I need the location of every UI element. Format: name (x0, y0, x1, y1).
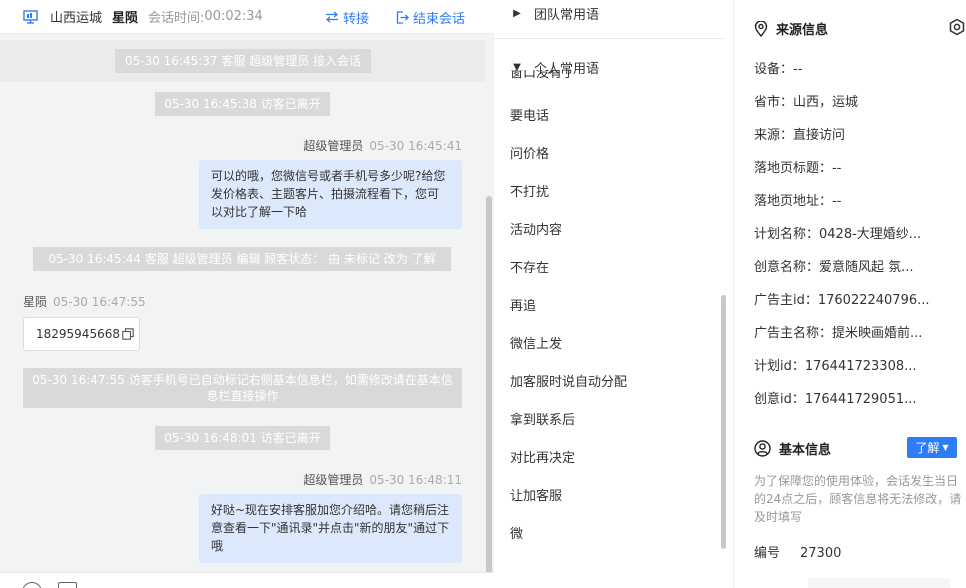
visitor-message-text: 18295945668 (36, 327, 120, 341)
info-input-field[interactable] (808, 578, 950, 588)
system-message: 05-30 16:45:38 访客已离开 (155, 92, 330, 116)
sender-name: 超级管理员 (303, 139, 364, 153)
team-phrases-label: 团队常用语 (534, 8, 600, 23)
agent-message-bubble: 好哒~现在安排客服加您介绍哈。请您稍后注意查看一下"通讯录"并点击"新的朋友"通… (199, 494, 462, 563)
caret-down-icon: ▼ (942, 443, 949, 452)
session-time: 00:02:34 (204, 9, 263, 24)
chat-toolbar (0, 572, 494, 588)
info-creative-id: 创意id：176441729051... (754, 392, 917, 407)
customer-id-value: 27300 (800, 546, 842, 561)
visitor-name: 星陨 (112, 11, 139, 26)
visitor-message-bubble: 18295945668 (23, 317, 140, 351)
phrase-item[interactable]: 对比再决定 (510, 447, 575, 466)
monitor-icon (23, 9, 38, 24)
info-landing-url: 落地页地址：-- (754, 194, 842, 209)
caret-right-icon: ▶ (513, 8, 521, 19)
system-message: 05-30 16:47:55 访客手机号已自动标记右侧基本信息栏，如需修改请在基… (23, 368, 462, 408)
chat-workspace: 山西运城 星陨 会话时间: 00:02:34 转接 结束会话 05-30 16:… (0, 0, 966, 588)
info-plan-name: 计划名称：0428-大理婚纱... (754, 227, 922, 242)
chat-header: 山西运城 星陨 会话时间: 00:02:34 转接 结束会话 (0, 0, 494, 34)
info-plan-id: 计划id：176441723308... (754, 359, 917, 374)
customer-status-dropdown[interactable]: 了解 ▼ (907, 437, 957, 458)
phrase-item[interactable]: 拿到联系后 (510, 409, 575, 428)
customer-id-row: 编号 27300 (754, 542, 841, 561)
message-sender: 超级管理员 05-30 16:48:11 (303, 471, 462, 488)
message-time: 05-30 16:45:41 (369, 139, 462, 153)
phrase-item[interactable]: 活动内容 (510, 219, 562, 238)
team-phrases-group[interactable]: ▶ 团队常用语 (510, 4, 599, 23)
info-region: 省市：山西，运城 (754, 95, 859, 110)
sender-name: 星陨 (23, 295, 48, 309)
image-icon[interactable] (58, 582, 77, 588)
message-sender: 星陨 05-30 16:47:55 (23, 293, 146, 310)
divider (494, 38, 726, 39)
visitor-info-panel: 来源信息 设备：-- 省市：山西，运城 来源：直接访问 落地页标题：-- 落地页… (734, 0, 966, 588)
info-advertiser-name: 广告主名称：提米映画婚前... (754, 326, 923, 341)
customer-status-label: 了解 (915, 441, 940, 455)
system-message: 05-30 16:45:44 客服 超级管理员 编辑 顾客状态： 由 未标记 改… (33, 247, 451, 271)
message-sender: 超级管理员 05-30 16:45:41 (303, 137, 462, 154)
phrase-item[interactable]: 再追 (510, 295, 536, 314)
phrase-item[interactable]: 微 (510, 523, 523, 542)
end-session-button[interactable]: 结束会话 (396, 0, 465, 34)
phrase-item[interactable]: 加客服时说自动分配 (510, 371, 627, 390)
phrase-item[interactable]: 要电话 (510, 105, 549, 124)
location-pin-icon (754, 20, 768, 37)
emoji-icon[interactable] (22, 582, 42, 588)
info-advertiser-id: 广告主id：176022240796... (754, 293, 930, 308)
chat-panel: 山西运城 星陨 会话时间: 00:02:34 转接 结束会话 05-30 16:… (0, 0, 494, 588)
message-time: 05-30 16:48:11 (369, 473, 462, 487)
phrase-item[interactable]: 问价格 (510, 143, 549, 162)
phrase-item[interactable]: 不存在 (510, 257, 549, 276)
edit-deadline-notice: 为了保障您的使用体验，会话发生当日的24点之后，顾客信息将无法修改，请及时填写 (754, 474, 962, 524)
copy-icon[interactable] (122, 328, 134, 340)
message-time: 05-30 16:47:55 (53, 295, 146, 309)
system-message: 05-30 16:48:01 访客已离开 (155, 426, 330, 450)
system-message: 05-30 16:45:37 客服 超级管理员 接入会话 (115, 49, 371, 73)
exit-icon (396, 10, 409, 24)
phrase-item[interactable]: 微信上发 (510, 333, 562, 352)
chat-scrollbar[interactable] (486, 196, 492, 574)
end-session-label: 结束会话 (413, 11, 466, 27)
info-creative-name: 创意名称：爱意随风起 氛... (754, 260, 914, 275)
quick-phrases-panel: ▶ 团队常用语 ▼ 个人常用语 窗口没有了 要电话 问价格 不打扰 活动内容 不… (494, 0, 734, 588)
transfer-button[interactable]: 转接 (325, 0, 369, 34)
info-landing-title: 落地页标题：-- (754, 161, 842, 176)
phrase-item-clipped[interactable]: 窗口没有了 (510, 70, 575, 82)
info-device: 设备：-- (754, 62, 803, 77)
phrases-scrollbar[interactable] (721, 295, 726, 549)
user-circle-icon (754, 440, 771, 457)
source-info-label: 来源信息 (776, 23, 829, 38)
phrase-item[interactable]: 让加客服 (510, 485, 562, 504)
visitor-location: 山西运城 (50, 11, 103, 26)
session-time-label: 会话时间: (148, 11, 205, 26)
info-source: 来源：直接访问 (754, 128, 846, 143)
source-info-title: 来源信息 (754, 19, 828, 38)
phrase-item[interactable]: 不打扰 (510, 181, 549, 200)
customer-id-label: 编号 (754, 546, 781, 561)
agent-message-bubble: 可以的哦，您微信号或者手机号多少呢?给您发价格表、主题客片、拍摄流程看下，您可以… (199, 160, 462, 229)
transfer-label: 转接 (343, 11, 370, 27)
basic-info-label: 基本信息 (779, 443, 832, 458)
transfer-icon (326, 11, 338, 23)
sender-name: 超级管理员 (303, 473, 364, 487)
gear-icon[interactable] (948, 18, 966, 36)
basic-info-title: 基本信息 (754, 439, 831, 458)
